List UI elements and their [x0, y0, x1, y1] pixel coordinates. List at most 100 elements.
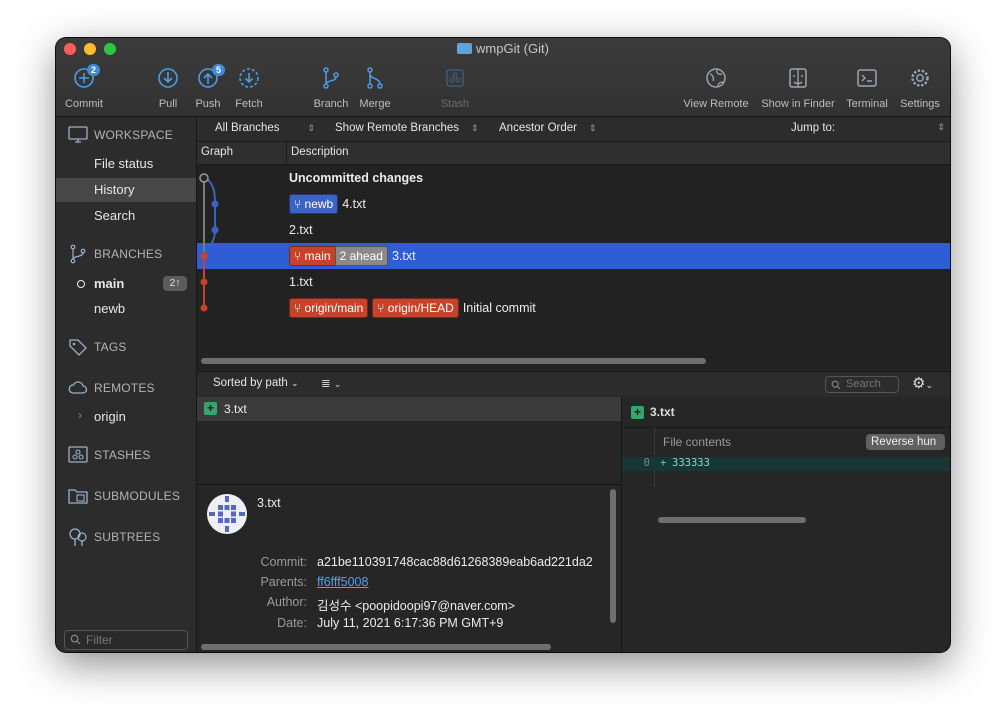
pull-icon: [158, 68, 178, 88]
sidebar-item-history[interactable]: History: [56, 178, 196, 202]
description-column-header[interactable]: Description: [291, 146, 349, 158]
updown-icon: ⇕: [471, 123, 479, 133]
parent-commit-link[interactable]: ff6fff5008: [317, 575, 368, 589]
search-icon: [70, 634, 81, 645]
graph-column-header[interactable]: Graph: [201, 146, 233, 158]
sidebar-section-subtrees[interactable]: SUBTREES: [56, 527, 196, 547]
diff-view: + 3.txt File contents Reverse hun 0 + 33…: [622, 397, 950, 652]
terminal-button[interactable]: Terminal: [842, 66, 892, 110]
chevron-down-icon: ⌄: [291, 378, 299, 388]
branch-label-newb: ⑂ newb: [289, 194, 339, 214]
sidebar-item-branch-main[interactable]: main 2↑: [56, 272, 196, 296]
details-horizontal-scrollbar[interactable]: [201, 644, 551, 650]
view-mode-select[interactable]: ≣ ⌄: [321, 376, 341, 390]
sidebar-section-stashes[interactable]: STASHES: [56, 445, 196, 465]
branch-label-origin-head: ⑂ origin/HEAD: [372, 298, 459, 318]
sidebar-section-submodules[interactable]: SUBMODULES: [56, 486, 196, 506]
ahead-label: 2 ahead: [334, 246, 388, 266]
remote-branches-select[interactable]: Show Remote Branches ⇕: [335, 122, 479, 134]
sidebar: WORKSPACE File status History Search BRA…: [56, 117, 197, 652]
sidebar-item-remote-origin[interactable]: › origin: [56, 405, 196, 429]
push-count-badge: 5: [212, 64, 225, 76]
cloud-icon: [68, 381, 88, 394]
diff-horizontal-scrollbar[interactable]: [658, 517, 806, 523]
branch-button[interactable]: Branch: [310, 66, 352, 110]
column-divider: [286, 142, 287, 164]
monitor-icon: [68, 126, 88, 143]
avatar: [207, 494, 247, 534]
view-remote-button[interactable]: View Remote: [680, 66, 752, 110]
stash-icon: [68, 446, 88, 463]
gear-icon: [911, 69, 929, 87]
commit-row-selected[interactable]: ⑂ main 2 ahead 3.txt: [197, 243, 950, 269]
branch-icon: ⑂: [294, 249, 305, 263]
sidebar-item-file-status[interactable]: File status: [56, 152, 196, 176]
commit-button[interactable]: 2 Commit: [62, 64, 106, 110]
merge-button[interactable]: Merge: [354, 66, 396, 110]
order-select[interactable]: Ancestor Order ⇕: [499, 122, 597, 134]
search-icon: [831, 380, 841, 390]
commit-list: Uncommitted changes ⑂ newb 4.txt 2.txt ⑂ …: [197, 165, 950, 370]
folder-icon: [457, 43, 473, 54]
pull-button[interactable]: Pull: [150, 66, 186, 110]
updown-icon: ⇕: [588, 123, 597, 133]
settings-button[interactable]: Settings: [896, 66, 944, 110]
updown-icon: ⇕: [937, 122, 945, 132]
show-in-finder-button[interactable]: Show in Finder: [758, 66, 838, 110]
sidebar-item-search[interactable]: Search: [56, 204, 196, 228]
commit-details: 3.txt Commit: a21be110391748cac88d612683…: [197, 484, 622, 652]
jump-to-select[interactable]: Jump to: ⇕: [791, 122, 945, 134]
changed-files-list: + 3.txt: [197, 397, 622, 483]
added-file-icon: +: [631, 406, 644, 419]
commit-row[interactable]: 1.txt: [197, 269, 950, 295]
sidebar-section-branches[interactable]: BRANCHES: [56, 244, 196, 264]
details-vertical-scrollbar[interactable]: [610, 489, 616, 623]
merge-icon: [367, 67, 383, 89]
added-file-icon: +: [204, 402, 217, 415]
app-window: wmpGit (Git) 2 Commit Pull 5 Push Fetch …: [56, 38, 950, 652]
diff-file-header: + 3.txt: [622, 397, 950, 428]
file-search-input[interactable]: Search: [825, 376, 899, 393]
terminal-icon: [857, 69, 877, 87]
fetch-button[interactable]: Fetch: [230, 66, 268, 110]
commit-row[interactable]: 2.txt: [197, 217, 950, 243]
branch-icon: ⑂: [377, 301, 388, 315]
commit-row[interactable]: Uncommitted changes: [197, 165, 950, 191]
sidebar-section-remotes[interactable]: REMOTES: [56, 378, 196, 398]
branch-label-main: ⑂ main: [289, 246, 336, 266]
submodule-icon: [68, 489, 88, 504]
branch-icon: [323, 67, 339, 89]
sidebar-filter-input[interactable]: Filter: [64, 630, 188, 650]
commit-row[interactable]: ⑂ newb 4.txt: [197, 191, 950, 217]
stash-button[interactable]: Stash: [436, 66, 474, 110]
tree-icon: [69, 528, 87, 546]
chevron-right-icon[interactable]: ›: [78, 408, 82, 422]
history-column-headers: Graph Description: [197, 142, 950, 165]
commit-count-badge: 2: [87, 64, 100, 76]
sort-select[interactable]: Sorted by path ⌄: [213, 377, 299, 389]
ahead-badge: 2↑: [163, 276, 187, 291]
commit-row[interactable]: ⑂ origin/main ⑂ origin/HEAD Initial commit: [197, 295, 950, 321]
globe-icon: [706, 68, 726, 88]
sidebar-section-tags[interactable]: TAGS: [56, 337, 196, 357]
current-branch-indicator: [77, 280, 85, 288]
tag-icon: [69, 339, 87, 356]
window-title: wmpGit (Git): [56, 41, 950, 56]
history-filter-bar: All Branches ⇕ Show Remote Branches ⇕ Ance…: [197, 117, 950, 142]
file-options-gear-icon[interactable]: ⚙⌄: [912, 374, 933, 392]
commit-graph: [199, 173, 219, 312]
stash-icon: [446, 69, 464, 87]
toolbar: wmpGit (Git) 2 Commit Pull 5 Push Fetch …: [56, 38, 950, 117]
commit-message: 3.txt: [257, 496, 281, 510]
sidebar-item-branch-newb[interactable]: newb: [56, 297, 196, 321]
fetch-icon: [239, 68, 259, 88]
finder-icon: [789, 68, 807, 88]
branch-icon: [70, 244, 86, 264]
reverse-hunk-button[interactable]: Reverse hun: [866, 434, 945, 450]
commit-list-scrollbar[interactable]: [201, 358, 706, 364]
file-row[interactable]: + 3.txt: [197, 397, 621, 421]
sidebar-section-workspace[interactable]: WORKSPACE: [56, 125, 196, 145]
branches-select[interactable]: All Branches ⇕: [215, 122, 315, 134]
push-button[interactable]: 5 Push: [190, 64, 226, 110]
commit-author: 김성수 <poopidoopi97@naver.com>: [317, 599, 516, 613]
